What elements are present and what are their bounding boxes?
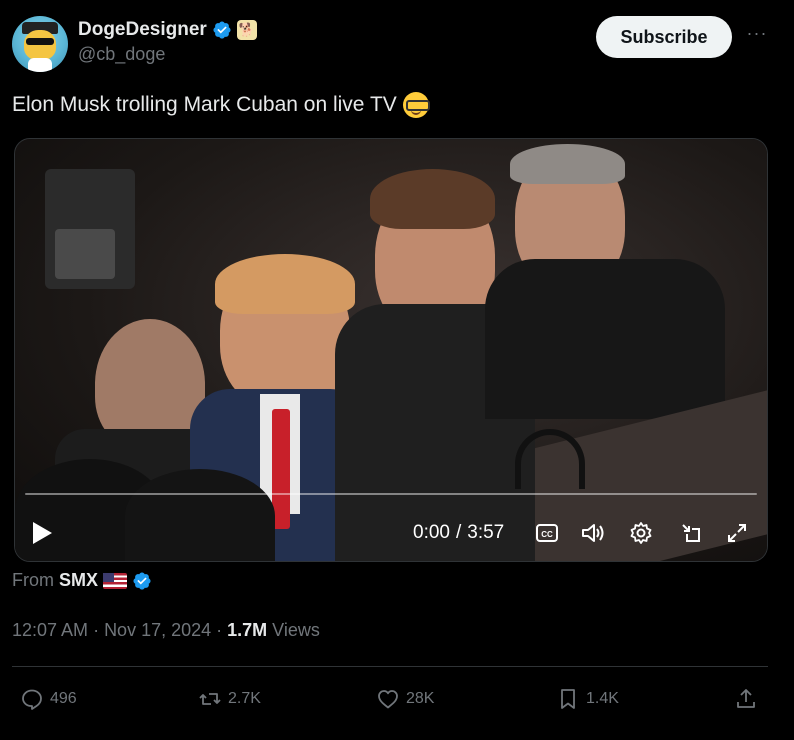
play-icon	[33, 522, 52, 544]
reply-icon	[22, 689, 42, 710]
author-handle[interactable]: @cb_doge	[78, 44, 257, 65]
minimize-button[interactable]	[675, 515, 707, 551]
repost-button[interactable]: 2.7K	[198, 684, 261, 714]
author-display-name[interactable]: DogeDesigner	[78, 19, 207, 41]
source-name[interactable]: SMX	[59, 570, 98, 591]
video-source: From SMX	[12, 570, 152, 591]
views-label: Views	[272, 620, 320, 640]
duration: 3:57	[467, 522, 505, 543]
video-player[interactable]: 0:00 / 3:57 CC	[14, 138, 768, 562]
verified-badge-icon	[213, 21, 231, 39]
tweet-text: Elon Musk trolling Mark Cuban on live TV	[12, 92, 430, 118]
video-time: 0:00 / 3:57	[413, 515, 504, 551]
meta-dot-1: ·	[93, 620, 100, 640]
reply-count: 496	[50, 690, 77, 707]
avatar-glasses	[26, 38, 54, 45]
share-button[interactable]	[734, 684, 758, 714]
us-flag-icon	[103, 572, 128, 589]
play-button[interactable]	[31, 515, 61, 551]
repost-icon	[199, 693, 221, 705]
fullscreen-icon	[728, 524, 746, 542]
bookmark-count: 1.4K	[586, 690, 619, 707]
views-count: 1.7M	[227, 620, 268, 640]
volume-icon	[582, 524, 604, 542]
source-prefix: From	[12, 570, 54, 590]
divider	[12, 666, 768, 667]
more-options-icon[interactable]: ···	[744, 24, 770, 46]
avatar-body	[28, 58, 52, 72]
bookmark-icon	[561, 689, 575, 709]
like-button[interactable]: 28K	[376, 684, 434, 714]
subscribe-button[interactable]: Subscribe	[596, 16, 732, 58]
fullscreen-button[interactable]	[721, 515, 753, 551]
bookmark-button[interactable]: 1.4K	[556, 684, 619, 714]
volume-button[interactable]	[577, 515, 609, 551]
video-progress-track[interactable]	[25, 493, 757, 495]
tweet-header: DogeDesigner 🐕 @cb_doge Subscribe ···	[12, 14, 782, 72]
tweet-time[interactable]: 12:07 AM	[12, 620, 88, 641]
author-block: DogeDesigner 🐕 @cb_doge	[78, 18, 257, 65]
source-verified-icon	[133, 571, 151, 590]
tweet-date[interactable]: Nov 17, 2024	[104, 620, 211, 641]
name-row: DogeDesigner 🐕	[78, 18, 257, 42]
share-icon	[737, 689, 755, 708]
current-time: 0:00	[413, 522, 450, 543]
like-count: 28K	[406, 690, 435, 707]
repost-count: 2.7K	[228, 690, 261, 707]
captions-button[interactable]: CC	[531, 515, 563, 551]
avatar[interactable]	[12, 16, 68, 72]
settings-button[interactable]	[625, 515, 657, 551]
reply-button[interactable]: 496	[20, 684, 77, 714]
meta-dot-2: ·	[216, 620, 223, 640]
tweet-body: Elon Musk trolling Mark Cuban on live TV	[12, 93, 397, 116]
action-bar: 496 2.7K 28K 1.4K	[0, 678, 794, 722]
doge-badge-icon[interactable]: 🐕	[236, 20, 257, 40]
settings-icon	[630, 522, 652, 544]
minimize-icon	[682, 524, 700, 542]
tweet-meta: 12:07 AM · Nov 17, 2024 · 1.7M Views	[12, 620, 320, 641]
video-frame	[15, 139, 767, 561]
heart-icon	[378, 690, 398, 709]
avatar-doge	[24, 30, 56, 60]
svg-text:CC: CC	[541, 530, 553, 539]
time-separator: /	[455, 522, 462, 543]
nerd-face-emoji-icon	[402, 92, 430, 118]
captions-icon: CC	[536, 524, 558, 542]
